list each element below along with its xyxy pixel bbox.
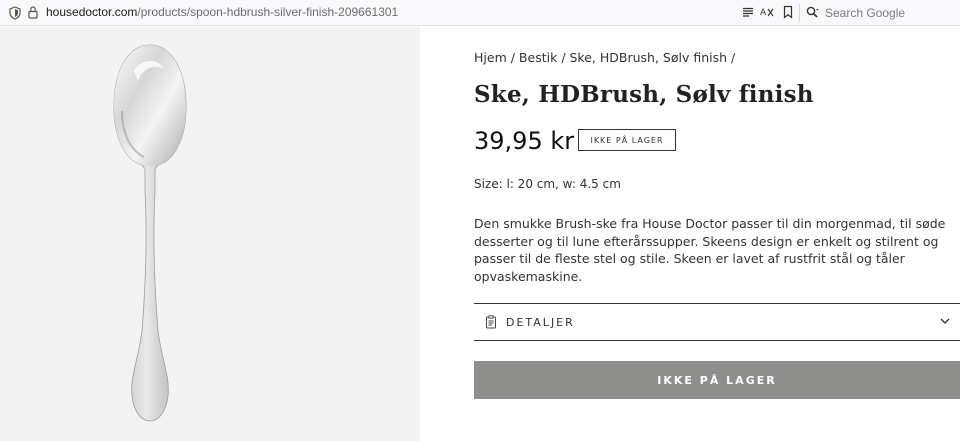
stock-status-badge: IKKE PÅ LAGER [578, 129, 676, 151]
product-image-pane [0, 27, 420, 441]
svg-text:A: A [760, 8, 767, 18]
chevron-down-icon[interactable] [940, 317, 950, 325]
clipboard-icon [485, 315, 497, 329]
address-bar[interactable]: housedoctor.com/products/spoon-hdbrush-s… [46, 5, 398, 19]
translate-icon[interactable]: A [760, 5, 774, 19]
spoon-image[interactable] [100, 41, 200, 431]
product-description: Den smukke Brush-ske fra House Doctor pa… [474, 216, 946, 284]
url-host: housedoctor.com [46, 5, 138, 19]
url-path: /products/spoon-hdbrush-silver-finish-20… [137, 5, 399, 19]
product-info: Hjem / Bestik / Ske, HDBrush, Sølv finis… [474, 27, 960, 441]
details-accordion[interactable]: DETALJER [474, 303, 960, 341]
product-size: Size: l: 20 cm, w: 4.5 cm [474, 177, 621, 191]
breadcrumb-separator: / [510, 50, 519, 65]
toolbar-divider [799, 4, 800, 22]
product-title: Ske, HDBrush, Sølv finish [474, 81, 814, 108]
bookmark-icon[interactable] [782, 5, 794, 19]
search-placeholder: Search Google [825, 6, 906, 20]
breadcrumb-item-product[interactable]: Ske, HDBrush, Sølv finish [570, 50, 728, 65]
search-icon [806, 6, 820, 20]
details-label: DETALJER [506, 315, 575, 329]
browser-toolbar: housedoctor.com/products/spoon-hdbrush-s… [0, 0, 960, 26]
breadcrumb: Hjem / Bestik / Ske, HDBrush, Sølv finis… [474, 50, 735, 65]
shield-icon[interactable] [9, 6, 21, 20]
reader-view-icon[interactable] [742, 6, 754, 18]
breadcrumb-separator: / [731, 50, 736, 65]
breadcrumb-item-cutlery[interactable]: Bestik [519, 50, 557, 65]
product-price: 39,95 kr [474, 127, 575, 155]
search-input[interactable]: Search Google [806, 4, 960, 22]
lock-icon[interactable] [27, 5, 39, 20]
breadcrumb-separator: / [561, 50, 570, 65]
out-of-stock-button[interactable]: IKKE PÅ LAGER [474, 361, 960, 399]
breadcrumb-item-home[interactable]: Hjem [474, 50, 507, 65]
